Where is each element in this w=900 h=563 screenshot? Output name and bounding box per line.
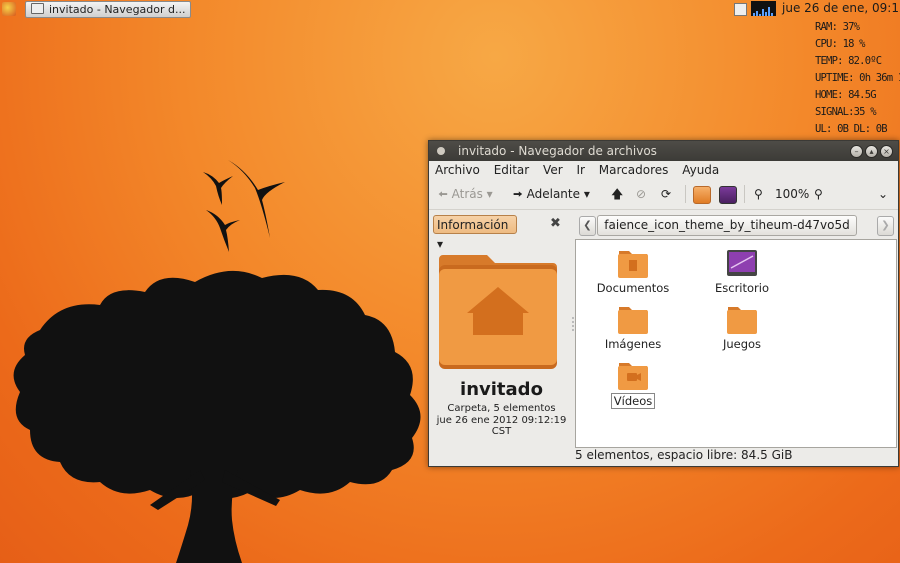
home-icon[interactable]	[693, 186, 711, 204]
file-manager-window: invitado - Navegador de archivos – ▴ × A…	[428, 140, 899, 467]
item-label: Imágenes	[604, 337, 662, 351]
sidebar-close-icon[interactable]: ✖	[550, 216, 561, 231]
item-juegos[interactable]: Juegos	[692, 304, 792, 351]
home-folder-icon	[439, 255, 557, 369]
location-type: Carpeta, 5 elementos	[447, 403, 556, 414]
location-date: jue 26 ene 2012 09:12:19 CST	[436, 415, 567, 437]
item-label: Documentos	[596, 281, 670, 295]
location-name: invitado	[460, 379, 543, 400]
info-sidebar: invitado Carpeta, 5 elementos jue 26 ene…	[429, 239, 574, 447]
back-button[interactable]: 🠨 Atrás ▾	[438, 186, 493, 203]
toolbar: 🠨 Atrás ▾ 🠪 Adelante ▾ 🡅 ⊘ ⟳ ⚲ 100% ⚲ ⌄	[429, 180, 898, 210]
minimize-icon[interactable]: –	[850, 145, 863, 158]
panel-clock[interactable]: jue 26 de ene, 09:15	[782, 0, 900, 17]
back-arrow-icon: 🠨	[438, 187, 448, 201]
item-label: Vídeos	[610, 393, 656, 409]
forward-button[interactable]: 🠪 Adelante ▾	[513, 186, 590, 203]
folder-pictures-icon	[618, 307, 648, 334]
toolbar-separator	[685, 185, 686, 203]
conky-uptime: UPTIME: 0h 36m 1s	[815, 72, 900, 84]
sidebar-mode-label: Información	[437, 218, 509, 232]
system-monitor-graph[interactable]	[751, 1, 776, 16]
conky-stats: RAM: 37% CPU: 18 % TEMP: 82.0ºC UPTIME: …	[815, 19, 900, 138]
top-panel: invitado - Navegador d... jue 26 de ene,…	[0, 0, 900, 18]
tray-applet-icon[interactable]	[734, 3, 747, 16]
maximize-icon[interactable]: ▴	[865, 145, 878, 158]
conky-signal: SIGNAL:35 %	[815, 106, 877, 118]
toolbar-separator	[744, 185, 745, 203]
menu-archivo[interactable]: Archivo	[435, 163, 480, 177]
location-bar: Información ▾ ✖ ❮ faience_icon_theme_by_…	[429, 211, 898, 251]
item-documentos[interactable]: Documentos	[583, 248, 683, 295]
conky-ram: RAM: 37%	[815, 21, 860, 33]
forward-label: Adelante	[526, 187, 580, 201]
conky-temp: TEMP: 82.0ºC	[815, 55, 882, 67]
zoom-level[interactable]: 100%	[775, 186, 809, 203]
menu-bar: Archivo Editar Ver Ir Marcadores Ayuda	[429, 161, 898, 180]
item-escritorio[interactable]: Escritorio	[692, 248, 792, 295]
item-videos[interactable]: Vídeos	[583, 360, 683, 409]
conky-cpu: CPU: 18 %	[815, 38, 866, 50]
zoom-in-icon[interactable]: ⚲	[814, 186, 823, 203]
menu-ayuda[interactable]: Ayuda	[682, 163, 719, 177]
path-right-arrow-icon[interactable]: ❯	[877, 216, 894, 236]
forward-arrow-icon: 🠪	[513, 187, 523, 201]
reload-icon[interactable]: ⟳	[661, 186, 671, 203]
desktop-icon	[727, 250, 757, 276]
toolbar-overflow-chevron-icon[interactable]: ⌄	[878, 186, 888, 203]
status-bar: 5 elementos, espacio libre: 84.5 GiB	[575, 448, 793, 462]
back-label: Atrás	[451, 187, 483, 201]
taskbar-window-button[interactable]: invitado - Navegador d...	[25, 1, 191, 18]
folder-videos-icon	[618, 363, 648, 390]
folder-documents-icon	[618, 251, 648, 278]
item-imagenes[interactable]: Imágenes	[583, 304, 683, 351]
up-arrow-icon[interactable]: 🡅	[611, 186, 623, 203]
window-icon	[31, 3, 44, 14]
menu-ver[interactable]: Ver	[543, 163, 563, 177]
conky-network: UL: 0B DL: 0B	[815, 123, 888, 135]
menu-editar[interactable]: Editar	[494, 163, 530, 177]
computer-icon[interactable]	[719, 186, 737, 204]
taskbar-window-title: invitado - Navegador d...	[49, 3, 186, 16]
item-label: Juegos	[722, 337, 762, 351]
folder-games-icon	[727, 307, 757, 334]
window-titlebar[interactable]: invitado - Navegador de archivos – ▴ ×	[429, 141, 898, 161]
window-menu-icon[interactable]	[437, 147, 445, 155]
menu-marcadores[interactable]: Marcadores	[599, 163, 669, 177]
menu-ir[interactable]: Ir	[576, 163, 584, 177]
zoom-out-icon[interactable]: ⚲	[754, 186, 763, 203]
applications-menu-icon[interactable]	[2, 2, 16, 16]
file-view[interactable]: Documentos Escritorio Imágenes Juegos Ví…	[575, 239, 897, 448]
pane-resize-handle[interactable]	[572, 317, 574, 333]
path-left-arrow-icon[interactable]: ❮	[579, 216, 596, 236]
path-breadcrumb[interactable]: faience_icon_theme_by_tiheum-d47vo5d	[597, 215, 857, 236]
item-label: Escritorio	[714, 281, 769, 295]
window-title: invitado - Navegador de archivos	[458, 144, 657, 158]
conky-home: HOME: 84.5G	[815, 89, 877, 101]
sidebar-mode-select[interactable]: Información ▾	[433, 215, 517, 251]
stop-icon[interactable]: ⊘	[636, 186, 646, 203]
close-icon[interactable]: ×	[880, 145, 893, 158]
